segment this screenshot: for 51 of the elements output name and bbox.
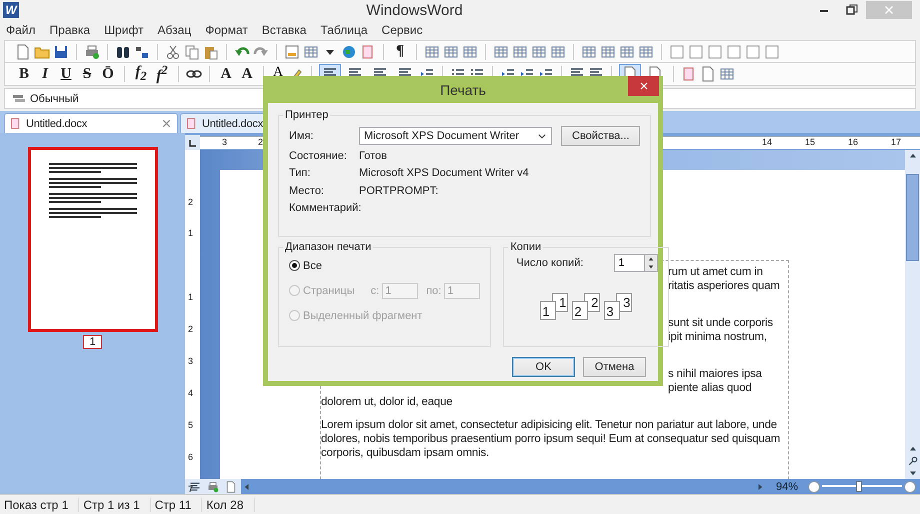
text-line: dolores, nobis temporibus praesentium porro ipsum sequi! Eum at consequatur sed quisquam: [321, 432, 780, 446]
group-label: Принтер: [284, 109, 330, 121]
text-line: ritatis asperiores quam: [668, 279, 780, 293]
field-label: Число копий:: [516, 257, 584, 269]
field-value: Microsoft XPS Document Writer v4: [359, 167, 529, 180]
ruler-number: 4: [188, 388, 194, 399]
ruler-number: 1: [188, 228, 194, 239]
text-line: ipit minima nostrum,: [668, 330, 767, 344]
ruler-number: 2: [258, 137, 264, 148]
dialog-title: Печать: [440, 82, 486, 98]
field-label: по:: [426, 284, 442, 296]
status-text: Стр 11: [150, 498, 202, 512]
status-text: Кол 28: [202, 498, 254, 512]
text-line: rum ut amet cum in: [668, 265, 763, 279]
field-label: с:: [370, 284, 380, 296]
text-line: dolorem ut, dolor id, eaque: [321, 395, 452, 409]
ruler-number: 16: [848, 137, 858, 148]
ruler-number: 6: [188, 452, 194, 463]
collate-page: 1: [540, 301, 556, 320]
group-label: Копии: [509, 241, 542, 253]
window-title: WindowsWord: [365, 2, 464, 18]
app-logo: W: [3, 2, 19, 18]
ruler-number: 2: [188, 197, 194, 208]
page-number: 1: [83, 335, 102, 349]
text-line: s nihil maiores ipsa: [668, 367, 762, 381]
field-label: Имя:: [289, 130, 314, 142]
text-line: piente alias quod: [668, 381, 752, 395]
ruler-number: 17: [891, 137, 902, 148]
field-label: Комментарий:: [289, 202, 359, 214]
text-line: sunt sit unde corporis: [668, 316, 773, 330]
ruler-number: 5: [188, 420, 194, 431]
field-value: PORTPROMPT:: [359, 184, 438, 197]
status-text: Показ стр 1: [0, 498, 80, 512]
ruler-number: 3: [188, 356, 194, 367]
ruler-number: 3: [222, 137, 228, 148]
field-label: Тип:: [289, 167, 312, 180]
ruler-number: 7: [188, 484, 194, 495]
zoom-reading: 94%: [776, 480, 798, 492]
text-line: Lorem ipsum dolor sit amet, consectetur adipisicing elit. Tenetur non pariatur aut labore, unde: [321, 418, 777, 432]
ruler-number: 2: [188, 324, 194, 335]
ruler-number: 15: [805, 137, 816, 148]
group-label: Диапазон печати: [284, 241, 372, 253]
field-label: Место:: [289, 184, 325, 197]
field-value: Готов: [359, 150, 387, 162]
status-text: Стр 1 из 1: [79, 498, 151, 512]
field-label: Состояние:: [289, 150, 348, 162]
collate-page: 3: [604, 301, 620, 320]
collate-page: 2: [572, 301, 588, 320]
text-line: corporis, quibusdam ipsam omnis.: [321, 446, 490, 460]
ruler-number: 1: [188, 292, 194, 303]
ruler-number: 14: [762, 137, 772, 148]
